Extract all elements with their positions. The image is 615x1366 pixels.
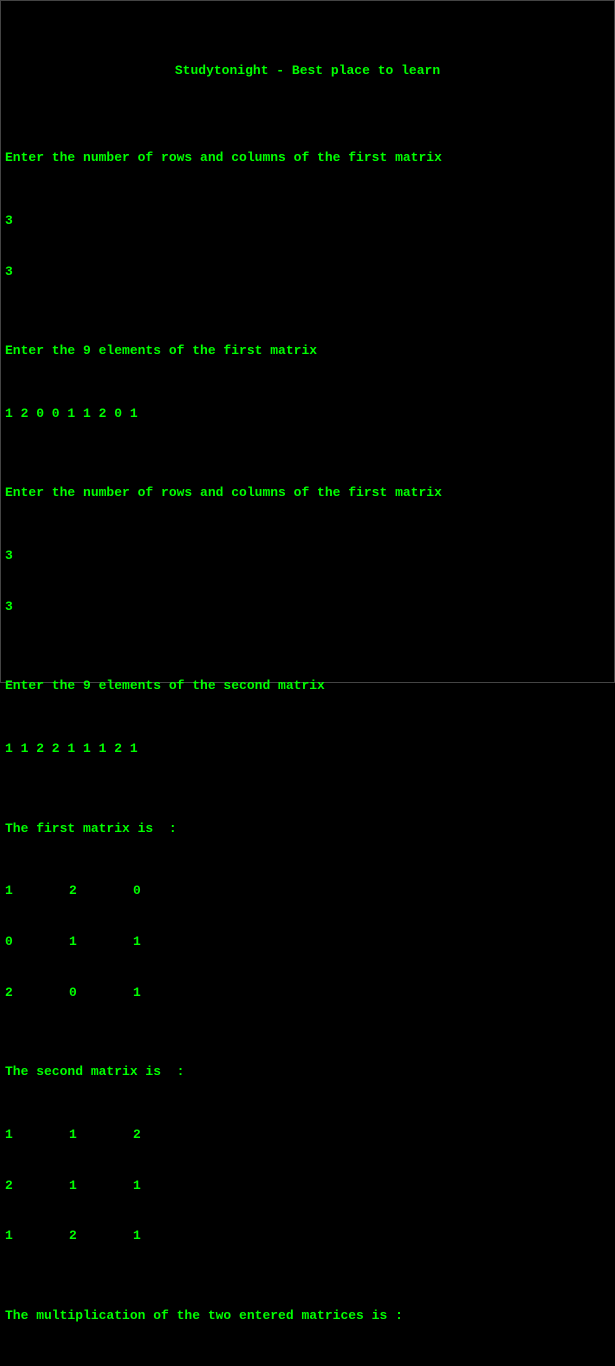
matrix-second-row-1: 211 bbox=[5, 1178, 610, 1195]
label-second-matrix: The second matrix is : bbox=[5, 1064, 610, 1081]
input-elements-second: 1 1 2 2 1 1 1 2 1 bbox=[5, 741, 610, 758]
input-cols-b: 3 bbox=[5, 599, 610, 616]
matrix-second-row-0: 112 bbox=[5, 1127, 610, 1144]
prompt-elements-second: Enter the 9 elements of the second matri… bbox=[5, 678, 610, 695]
matrix-first-row-1: 011 bbox=[5, 934, 610, 951]
program-title: Studytonight - Best place to learn bbox=[5, 39, 610, 88]
prompt-elements-first: Enter the 9 elements of the first matrix bbox=[5, 343, 610, 360]
prompt-rows-cols-second: Enter the number of rows and columns of … bbox=[5, 485, 610, 502]
input-rows-b: 3 bbox=[5, 548, 610, 565]
matrix-first-row-0: 120 bbox=[5, 883, 610, 900]
matrix-first-row-2: 201 bbox=[5, 985, 610, 1002]
matrix-second-row-2: 121 bbox=[5, 1228, 610, 1245]
input-cols-a: 3 bbox=[5, 264, 610, 281]
label-multiplication: The multiplication of the two entered ma… bbox=[5, 1308, 610, 1325]
input-rows-a: 3 bbox=[5, 213, 610, 230]
label-first-matrix: The first matrix is : bbox=[5, 821, 610, 838]
prompt-rows-cols-first: Enter the number of rows and columns of … bbox=[5, 150, 610, 167]
terminal-output: Studytonight - Best place to learn Enter… bbox=[5, 5, 610, 1366]
input-elements-first: 1 2 0 0 1 1 2 0 1 bbox=[5, 406, 610, 423]
